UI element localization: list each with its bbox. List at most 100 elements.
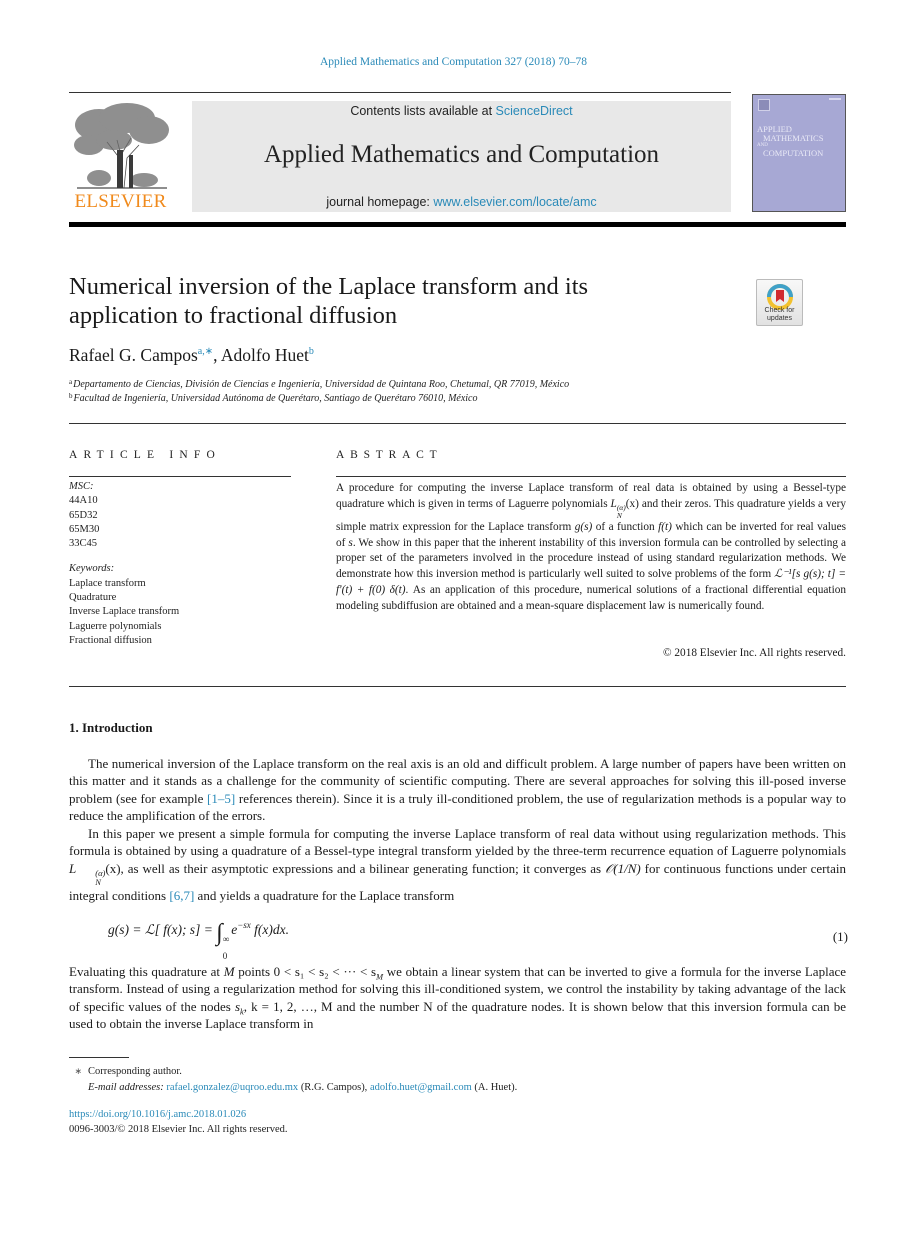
affiliation-mark: a xyxy=(69,378,73,386)
paragraph-fragment: points 0 < s₁ < s₂ < ··· < s xyxy=(234,964,377,979)
paragraph-fragment: and yields a quadrature for the Laplace … xyxy=(194,887,455,903)
affiliation-text: Facultad de Ingeniería, Universidad Autó… xyxy=(73,393,478,404)
contents-availability: Contents lists available at ScienceDirec… xyxy=(192,104,731,118)
abstract-copyright: © 2018 Elsevier Inc. All rights reserved… xyxy=(662,647,846,659)
journal-banner: Contents lists available at ScienceDirec… xyxy=(192,101,731,212)
cover-issn-mark xyxy=(829,98,841,100)
homepage-prefix: journal homepage: xyxy=(326,195,434,209)
paper-title-line: application to fractional diffusion xyxy=(69,302,398,329)
math-gs: g(s) xyxy=(574,520,593,533)
author-name[interactable]: Adolfo Huet xyxy=(221,345,309,365)
journal-cover-thumbnail[interactable]: APPLIED MATHEMATICS AND COMPUTATION xyxy=(752,94,846,212)
affiliations: aDepartamento de Ciencias, División de C… xyxy=(69,378,569,406)
math-symbol: L xyxy=(69,860,77,876)
doi-block: https://doi.org/10.1016/j.amc.2018.01.02… xyxy=(69,1107,288,1137)
footnote-text: Corresponding author. xyxy=(88,1066,182,1077)
footnotes: ∗ Corresponding author. E-mail addresses:… xyxy=(69,1063,517,1096)
intro-paragraph: Evaluating this quadrature at M points 0… xyxy=(69,963,846,1033)
abstract-heading: ABSTRACT xyxy=(336,449,443,461)
email-owner: (R.G. Campos), xyxy=(298,1082,370,1093)
issn-copyright: 0096-3003/© 2018 Elsevier Inc. All right… xyxy=(69,1124,288,1135)
section-heading-introduction: 1. Introduction xyxy=(69,720,153,735)
msc-label: MSC: xyxy=(69,481,94,492)
paragraph-fragment: Evaluating this quadrature at xyxy=(69,964,224,979)
msc-code: 33C45 xyxy=(69,538,98,550)
author-separator: , xyxy=(213,345,221,365)
author-name[interactable]: Rafael G. Campos xyxy=(69,345,198,365)
math-ft: f(t) xyxy=(658,520,672,533)
email-owner: (A. Huet). xyxy=(471,1082,518,1093)
cover-title-line: COMPUTATION xyxy=(763,148,824,158)
msc-code: 65M30 xyxy=(69,523,100,535)
email-link[interactable]: adolfo.huet@gmail.com xyxy=(370,1082,472,1093)
abstract-fragment: of a function xyxy=(592,520,659,533)
contents-prefix: Contents lists available at xyxy=(350,104,496,118)
math-subscript: N xyxy=(616,510,622,520)
section-divider xyxy=(69,686,846,687)
footnote-divider xyxy=(69,1057,129,1058)
keyword: Inverse Laplace transform xyxy=(69,606,180,618)
section-divider xyxy=(69,423,846,424)
abstract-fragment: . We show in this paper that the inheren… xyxy=(336,536,846,581)
math-M: M xyxy=(223,964,235,979)
msc-code: 65D32 xyxy=(69,509,98,521)
elsevier-wordmark: ELSEVIER xyxy=(74,191,167,212)
doi-link[interactable]: https://doi.org/10.1016/j.amc.2018.01.02… xyxy=(69,1107,288,1122)
keyword: Fractional diffusion xyxy=(69,634,152,646)
keyword: Laplace transform xyxy=(69,577,146,589)
affiliation-text: Departamento de Ciencias, División de Ci… xyxy=(73,379,570,390)
author-affiliation-marks[interactable]: b xyxy=(309,346,314,357)
keyword: Laguerre polynomials xyxy=(69,620,162,632)
paragraph-fragment: , as well as their asymptotic expression… xyxy=(120,860,606,876)
header-divider xyxy=(69,92,731,93)
intro-paragraph: The numerical inversion of the Laplace t… xyxy=(69,755,846,825)
keywords-label: Keywords: xyxy=(69,563,115,575)
equation-exponent: −sx xyxy=(237,920,251,930)
math-argument: (x) xyxy=(625,497,639,510)
elsevier-tree-icon xyxy=(74,103,169,189)
journal-homepage-link[interactable]: www.elsevier.com/locate/amc xyxy=(433,195,596,209)
abstract-fragment: . As an application of this procedure, n… xyxy=(336,583,847,612)
check-for-updates-button[interactable]: Check for updates xyxy=(756,279,803,326)
reference-link[interactable]: [1–5] xyxy=(207,791,235,806)
math-argument: (x) xyxy=(105,860,121,876)
math-laguerre: L (α) N (x) xyxy=(69,860,121,887)
header-thick-divider xyxy=(69,222,846,227)
paper-title: Numerical inversion of the Laplace trans… xyxy=(69,272,709,330)
footnote-emails: E-mail addresses: rafael.gonzalez@uqroo.… xyxy=(69,1080,517,1096)
math-subscript: N xyxy=(95,876,101,887)
check-updates-label: Check for updates xyxy=(757,307,802,322)
paper-title-line: Numerical inversion of the Laplace trans… xyxy=(69,273,589,300)
intro-paragraph: In this paper we present a simple formul… xyxy=(69,825,846,904)
sciencedirect-link[interactable]: ScienceDirect xyxy=(496,104,573,118)
equation-lhs: g(s) = ℒ[ f(x); s] = xyxy=(108,922,217,937)
article-info: MSC: 44A10 65D32 65M30 33C45 Keywords: L… xyxy=(69,480,179,648)
abstract-divider xyxy=(336,476,846,477)
article-info-divider xyxy=(69,476,291,477)
affiliation-item: aDepartamento de Ciencias, División de C… xyxy=(69,378,569,392)
check-updates-label-line: updates xyxy=(767,314,792,322)
math-laguerre: L (α) N (x) xyxy=(611,497,639,520)
footnote-mark: ∗ xyxy=(74,1066,82,1076)
equation-number: (1) xyxy=(832,929,848,944)
footnote-corresponding: ∗ Corresponding author. xyxy=(69,1063,517,1080)
email-label: E-mail addresses: xyxy=(88,1082,164,1093)
paragraph-fragment: In this paper we present a simple formul… xyxy=(69,826,846,859)
check-updates-label-line: Check for xyxy=(764,307,795,314)
keyword: Quadrature xyxy=(69,592,117,604)
email-link[interactable]: rafael.gonzalez@uqroo.edu.mx xyxy=(166,1082,298,1093)
abstract-text: A procedure for computing the inverse La… xyxy=(336,481,846,615)
journal-homepage: journal homepage: www.elsevier.com/locat… xyxy=(192,195,731,209)
integral-upper-limit: ∞ xyxy=(222,934,230,944)
journal-citation-link[interactable]: Applied Mathematics and Computation 327 … xyxy=(0,56,907,68)
cover-emblem-icon xyxy=(758,99,770,111)
math-scripts: (α) N xyxy=(76,868,105,887)
cover-title: APPLIED MATHEMATICS AND COMPUTATION xyxy=(757,125,823,158)
journal-name: Applied Mathematics and Computation xyxy=(263,141,660,168)
elsevier-logo[interactable]: ELSEVIER xyxy=(69,100,172,213)
reference-link[interactable]: [6,7] xyxy=(169,888,194,903)
author-affiliation-marks[interactable]: a,∗ xyxy=(198,346,213,357)
integral-sign: ∫ xyxy=(216,920,223,946)
math-scripts: (α) N xyxy=(616,503,626,520)
